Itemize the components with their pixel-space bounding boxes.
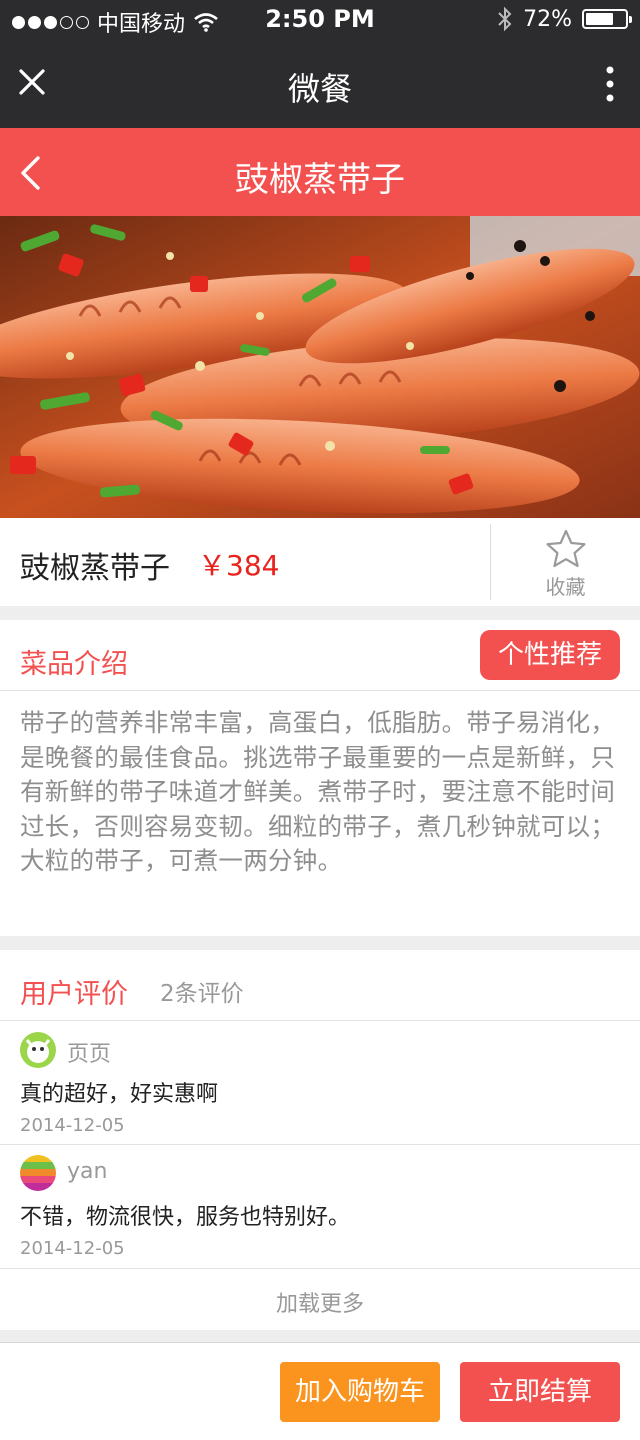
battery-icon: [582, 9, 632, 29]
recommend-button[interactable]: 个性推荐: [480, 630, 620, 680]
avatar: [20, 1032, 56, 1068]
product-info: 豉椒蒸带子 ￥384 收藏: [0, 518, 640, 606]
add-to-cart-button[interactable]: 加入购物车: [280, 1362, 440, 1422]
review-text: 真的超好，好实惠啊: [20, 1082, 219, 1107]
bluetooth-icon: [498, 6, 512, 32]
divider: [0, 690, 640, 691]
reviews-title: 用户评价: [20, 979, 128, 1010]
review-user: 页页: [67, 1042, 112, 1067]
checkout-button[interactable]: 立即结算: [460, 1362, 620, 1422]
review-date: 2014-12-05: [20, 1115, 125, 1136]
divider: [0, 1268, 640, 1269]
page-header: 豉椒蒸带子: [0, 128, 640, 216]
review-item: yan 不错，物流很快，服务也特别好。 2014-12-05: [0, 1145, 640, 1267]
favorite-label: 收藏: [545, 575, 586, 599]
more-vertical-icon[interactable]: [606, 66, 614, 102]
product-name: 豉椒蒸带子: [20, 551, 170, 586]
divider: [0, 1020, 640, 1021]
star-outline-icon: [545, 529, 586, 568]
intro-title: 菜品介绍: [20, 649, 128, 680]
review-user: yan: [67, 1159, 108, 1184]
intro-section: 菜品介绍 个性推荐 带子的营养非常丰富，高蛋白，低脂肪。带子易消化，是晚餐的最佳…: [0, 620, 640, 936]
battery-percent: 72%: [523, 6, 572, 32]
reviews-section: 用户评价 2条评价 页页 真的超好，好实惠啊 2014-12-05 yan 不错…: [0, 950, 640, 1330]
page-title: 豉椒蒸带子: [235, 160, 405, 200]
review-date: 2014-12-05: [20, 1238, 125, 1259]
reviews-count: 2条评价: [160, 981, 244, 1007]
wechat-nav-bar: 微餐: [0, 40, 640, 128]
review-item: 页页 真的超好，好实惠啊 2014-12-05: [0, 1022, 640, 1144]
favorite-button[interactable]: 收藏: [491, 518, 640, 606]
review-text: 不错，物流很快，服务也特别好。: [20, 1205, 351, 1230]
wechat-title: 微餐: [287, 70, 352, 108]
intro-description: 带子的营养非常丰富，高蛋白，低脂肪。带子易消化，是晚餐的最佳食品。挑选带子最重要…: [20, 708, 616, 875]
avatar: [20, 1155, 56, 1191]
status-right: 72%: [497, 6, 632, 32]
status-bar: 中国移动 2:50 PM 72%: [0, 0, 640, 40]
product-price: ￥384: [198, 549, 280, 582]
dish-photo: [0, 216, 640, 518]
bottom-action-bar: 加入购物车 立即结算: [0, 1342, 640, 1440]
load-more-button[interactable]: 加载更多: [0, 1286, 640, 1318]
